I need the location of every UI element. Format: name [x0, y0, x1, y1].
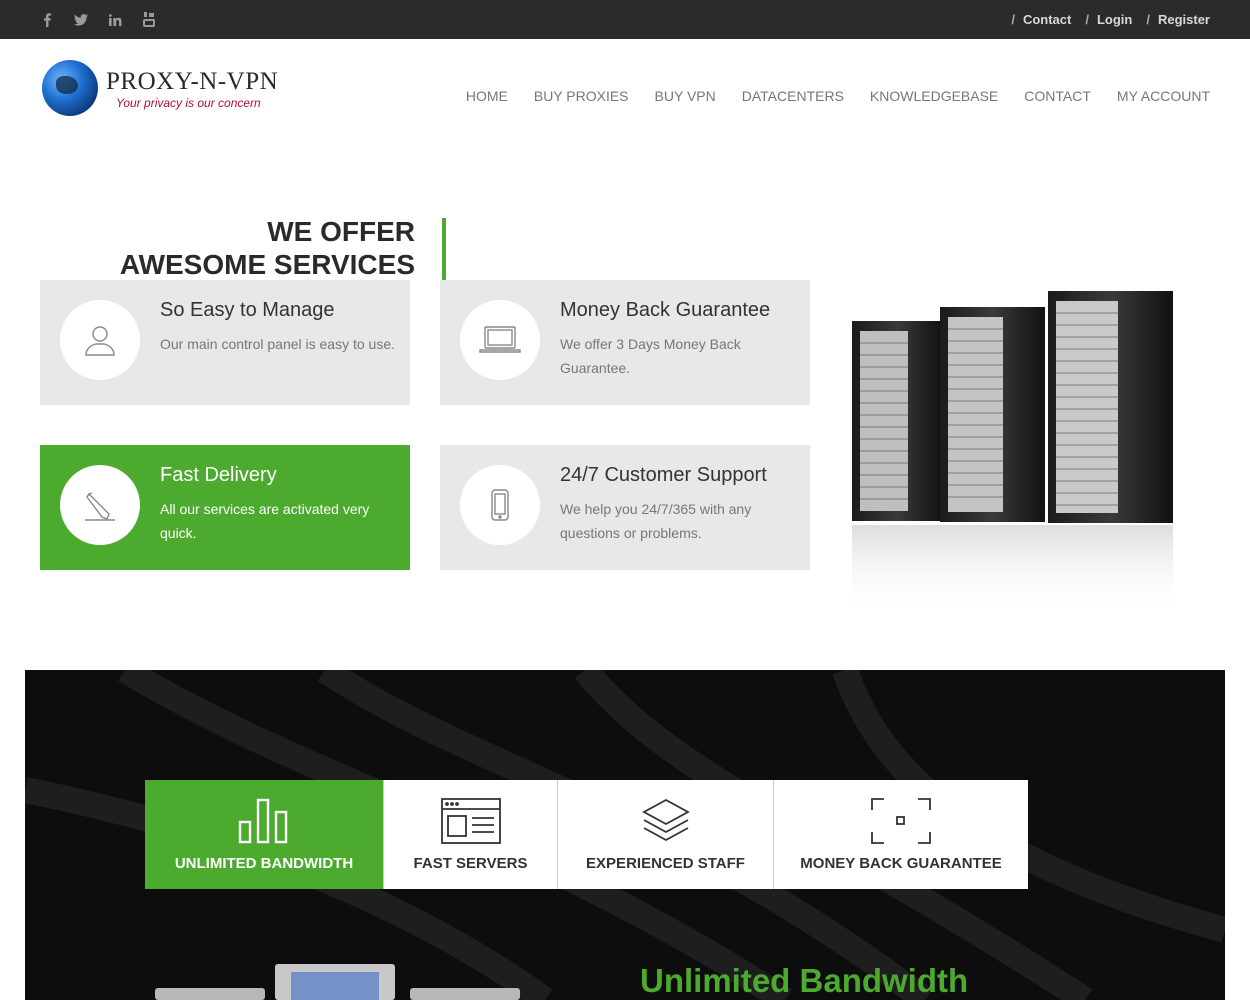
register-link[interactable]: Register [1158, 12, 1210, 27]
user-icon [85, 326, 115, 356]
main-nav: HOME BUY PROXIES BUY VPN DATACENTERS KNO… [440, 88, 1210, 104]
pencil-icon [85, 492, 115, 521]
card-desc: We help you 24/7/365 with any questions … [560, 501, 752, 541]
youtube-icon[interactable] [132, 0, 166, 39]
tab-label: UNLIMITED BANDWIDTH [174, 855, 354, 872]
card-title: Fast Delivery [160, 464, 277, 486]
globe-icon [42, 60, 98, 116]
service-card-support: 24/7 Customer Support We help you 24/7/3… [440, 445, 810, 570]
nav-my-account[interactable]: MY ACCOUNT [1117, 88, 1210, 104]
mobile-icon [491, 489, 509, 521]
card-title: Money Back Guarantee [560, 299, 771, 321]
tab-label: MONEY BACK GUARANTEE [800, 855, 1002, 872]
social-links [30, 0, 166, 39]
card-icon-circle [60, 465, 140, 545]
linkedin-icon[interactable] [98, 0, 132, 39]
card-title: So Easy to Manage [160, 299, 335, 321]
separator: / [1011, 12, 1015, 27]
card-icon-circle [460, 300, 540, 380]
heading-accent-bar [442, 218, 446, 280]
tab-fast-servers[interactable]: FAST SERVERS [384, 780, 558, 889]
facebook-icon[interactable] [30, 0, 64, 39]
tab-money-back-guarantee[interactable]: MONEY BACK GUARANTEE [774, 780, 1028, 889]
layers-icon [641, 798, 690, 842]
separator: / [1146, 12, 1150, 27]
site-logo[interactable]: PROXY-N-VPN Your privacy is our concern [42, 60, 282, 120]
laptop-icon [479, 326, 521, 353]
server-hardware-image [155, 964, 520, 1000]
tab-unlimited-bandwidth[interactable]: UNLIMITED BANDWIDTH [145, 780, 384, 889]
nav-datacenters[interactable]: DATACENTERS [742, 88, 844, 104]
tab-experienced-staff[interactable]: EXPERIENCED STAFF [558, 780, 774, 889]
contact-link[interactable]: Contact [1023, 12, 1071, 27]
focus-frame-icon [871, 798, 931, 844]
bar-chart-icon [238, 798, 288, 844]
login-link[interactable]: Login [1097, 12, 1132, 27]
heading-line-2: AWESOME SERVICES [119, 249, 415, 280]
card-desc: All our services are activated very quic… [160, 501, 370, 541]
logo-brand: PROXY-N-VPN [106, 68, 279, 95]
heading-line-1: WE OFFER [267, 216, 415, 247]
server-racks-image [852, 291, 1173, 615]
services-heading: WE OFFER AWESOME SERVICES [40, 215, 415, 281]
browser-window-icon [440, 798, 501, 844]
card-icon-circle [460, 465, 540, 545]
section-title: Unlimited Bandwidth [640, 962, 969, 999]
nav-home[interactable]: HOME [466, 88, 508, 104]
nav-buy-proxies[interactable]: BUY PROXIES [534, 88, 629, 104]
service-card-easy-manage: So Easy to Manage Our main control panel… [40, 280, 410, 405]
top-bar: / Contact / Login / Register [0, 0, 1250, 39]
card-desc: We offer 3 Days Money Back Guarantee. [560, 336, 741, 376]
tab-label: EXPERIENCED STAFF [586, 855, 745, 872]
feature-tabs: UNLIMITED BANDWIDTH FAST SERVERS EXPERIE… [145, 780, 1028, 889]
service-card-money-back: Money Back Guarantee We offer 3 Days Mon… [440, 280, 810, 405]
nav-knowledgebase[interactable]: KNOWLEDGEBASE [870, 88, 998, 104]
card-title: 24/7 Customer Support [560, 464, 767, 486]
logo-tagline: Your privacy is our concern [116, 96, 261, 110]
card-icon-circle [60, 300, 140, 380]
tab-label: FAST SERVERS [413, 855, 528, 872]
separator: / [1085, 12, 1089, 27]
nav-contact[interactable]: CONTACT [1024, 88, 1091, 104]
twitter-icon[interactable] [64, 0, 98, 39]
nav-buy-vpn[interactable]: BUY VPN [655, 88, 716, 104]
card-desc: Our main control panel is easy to use. [160, 336, 396, 352]
service-card-fast-delivery: Fast Delivery All our services are activ… [40, 445, 410, 570]
account-links: / Contact / Login / Register [997, 0, 1210, 39]
